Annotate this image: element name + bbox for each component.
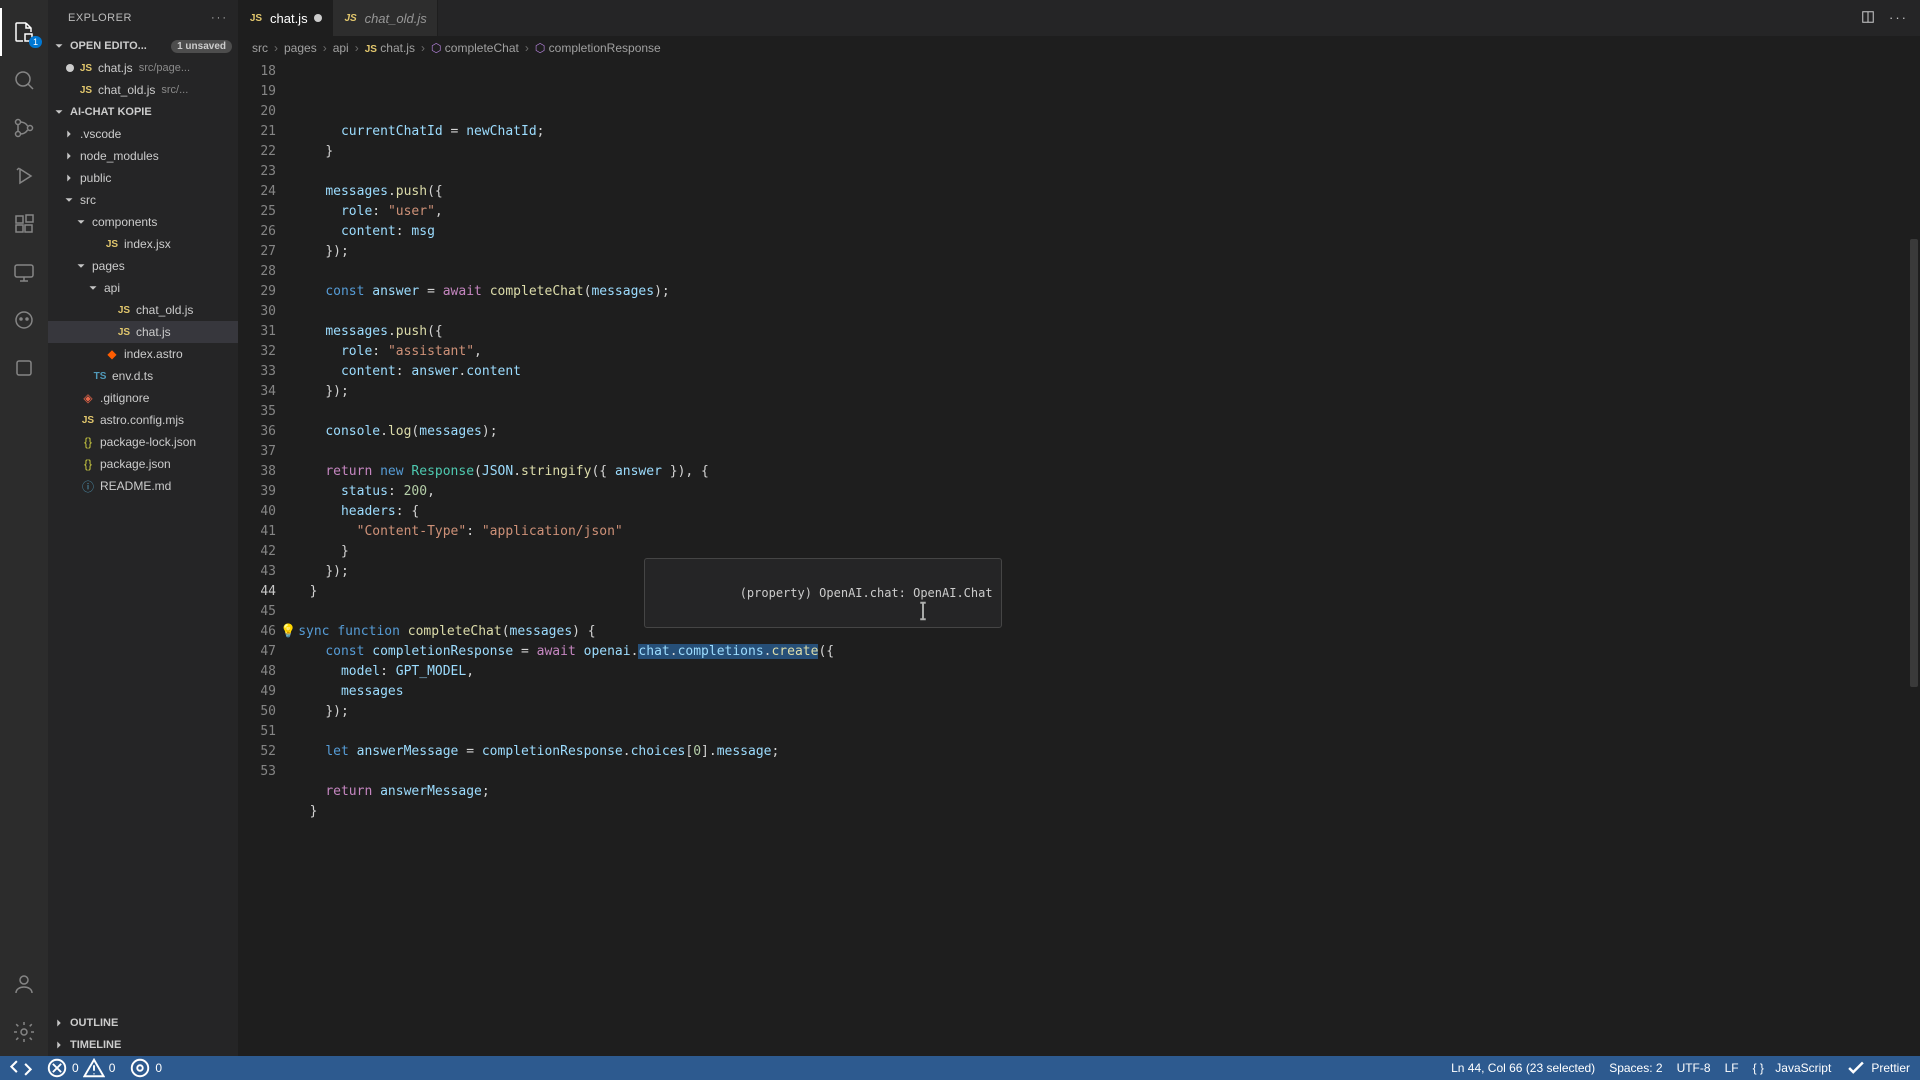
activity-explorer[interactable]: 1 bbox=[0, 8, 48, 56]
indentation[interactable]: Spaces: 2 bbox=[1609, 1061, 1662, 1075]
js-icon: JS bbox=[78, 85, 94, 96]
activity-account[interactable] bbox=[0, 960, 48, 1008]
file-item[interactable]: TSenv.d.ts bbox=[48, 365, 238, 387]
line-gutter: 1819202122232425262728293031323334353637… bbox=[238, 60, 294, 1056]
unsaved-dot-icon bbox=[314, 14, 322, 22]
open-editor-item[interactable]: JSchat.jssrc/page... bbox=[48, 57, 238, 79]
json-icon: {} bbox=[80, 435, 96, 449]
chevron-icon bbox=[62, 149, 76, 163]
file-item[interactable]: JSindex.jsx bbox=[48, 233, 238, 255]
chevron-icon bbox=[62, 127, 76, 141]
encoding[interactable]: UTF-8 bbox=[1677, 1061, 1711, 1075]
activity-search[interactable] bbox=[0, 56, 48, 104]
breadcrumb-segment[interactable]: src bbox=[252, 41, 268, 55]
folder-item[interactable]: node_modules bbox=[48, 145, 238, 167]
json-icon: {} bbox=[80, 457, 96, 471]
activity-remote[interactable] bbox=[0, 248, 48, 296]
remote-indicator[interactable] bbox=[10, 1057, 32, 1079]
js-icon: JS bbox=[343, 13, 359, 24]
status-bar: 0 0 0 Ln 44, Col 66 (23 selected) Spaces… bbox=[0, 1056, 1920, 1080]
code-editor[interactable]: currentChatId = newChatId; } messages.pu… bbox=[294, 60, 1906, 1056]
file-item[interactable]: JSchat.js bbox=[48, 321, 238, 343]
split-editor-icon[interactable] bbox=[1861, 10, 1875, 27]
folder-item[interactable]: src bbox=[48, 189, 238, 211]
sidebar-title: EXPLORER bbox=[68, 12, 132, 24]
minimap[interactable] bbox=[1906, 60, 1920, 1056]
chevron-icon bbox=[62, 193, 76, 207]
sidebar-header: EXPLORER ··· bbox=[48, 0, 238, 35]
editor-tab[interactable]: JSchat_old.js bbox=[333, 0, 438, 36]
file-item[interactable]: ◆index.astro bbox=[48, 343, 238, 365]
breadcrumb-segment[interactable]: JS chat.js bbox=[365, 41, 415, 55]
file-item[interactable]: JSastro.config.mjs bbox=[48, 409, 238, 431]
editor-tabs: JSchat.jsJSchat_old.js ··· bbox=[238, 0, 1920, 36]
section-outline[interactable]: OUTLINE bbox=[48, 1012, 238, 1034]
activity-extensions[interactable] bbox=[0, 200, 48, 248]
chevron-icon bbox=[74, 259, 88, 273]
activity-settings[interactable] bbox=[0, 1008, 48, 1056]
eol[interactable]: LF bbox=[1725, 1061, 1739, 1075]
folder-item[interactable]: public bbox=[48, 167, 238, 189]
chevron-icon bbox=[86, 281, 100, 295]
js-icon: JS bbox=[116, 305, 132, 316]
prettier-status[interactable]: Prettier bbox=[1845, 1057, 1910, 1079]
info-icon: ⓘ bbox=[80, 478, 96, 495]
js-icon: JS bbox=[80, 415, 96, 426]
activity-badge: 1 bbox=[29, 36, 42, 48]
folder-item[interactable]: .vscode bbox=[48, 123, 238, 145]
breadcrumb-segment[interactable]: pages bbox=[284, 41, 317, 55]
js-icon: JS bbox=[248, 13, 264, 24]
text-cursor-icon bbox=[818, 580, 832, 594]
chevron-icon bbox=[74, 215, 88, 229]
file-item[interactable]: {}package.json bbox=[48, 453, 238, 475]
unsaved-badge: 1 unsaved bbox=[171, 40, 232, 53]
file-item[interactable]: ⓘREADME.md bbox=[48, 475, 238, 497]
activity-custom[interactable] bbox=[0, 344, 48, 392]
js-icon: JS bbox=[104, 239, 120, 250]
js-icon: JS bbox=[78, 63, 94, 74]
unsaved-dot-icon bbox=[66, 64, 74, 72]
folder-item[interactable]: api bbox=[48, 277, 238, 299]
activity-debug[interactable] bbox=[0, 152, 48, 200]
activity-bar: 1 bbox=[0, 0, 48, 1056]
activity-scm[interactable] bbox=[0, 104, 48, 152]
folder-item[interactable]: components bbox=[48, 211, 238, 233]
problems-indicator[interactable]: 0 0 bbox=[46, 1057, 115, 1079]
explorer-sidebar: EXPLORER ··· OPEN EDITO... 1 unsaved JSc… bbox=[48, 0, 238, 1056]
breadcrumb-segment[interactable]: api bbox=[333, 41, 349, 55]
file-item[interactable]: {}package-lock.json bbox=[48, 431, 238, 453]
breadcrumb[interactable]: src›pages›api›JS chat.js›⬡ completeChat›… bbox=[238, 36, 1920, 60]
folder-item[interactable]: pages bbox=[48, 255, 238, 277]
editor-tab[interactable]: JSchat.js bbox=[238, 0, 333, 36]
chevron-icon bbox=[62, 171, 76, 185]
cursor-position[interactable]: Ln 44, Col 66 (23 selected) bbox=[1451, 1061, 1595, 1075]
section-project[interactable]: AI-CHAT KOPIE bbox=[48, 101, 238, 123]
more-actions-icon[interactable]: ··· bbox=[1889, 10, 1908, 27]
section-open-editors[interactable]: OPEN EDITO... 1 unsaved bbox=[48, 35, 238, 57]
ports-indicator[interactable]: 0 bbox=[129, 1057, 162, 1079]
file-item[interactable]: ◈.gitignore bbox=[48, 387, 238, 409]
git-icon: ◈ bbox=[80, 391, 96, 405]
more-icon[interactable]: ··· bbox=[211, 12, 228, 24]
js-icon: JS bbox=[116, 327, 132, 338]
astro-icon: ◆ bbox=[104, 347, 120, 361]
file-item[interactable]: JSchat_old.js bbox=[48, 299, 238, 321]
breadcrumb-segment[interactable]: ⬡ completeChat bbox=[431, 41, 519, 55]
open-editor-item[interactable]: JSchat_old.jssrc/... bbox=[48, 79, 238, 101]
section-timeline[interactable]: TIMELINE bbox=[48, 1034, 238, 1056]
language-mode[interactable]: { } JavaScript bbox=[1753, 1061, 1832, 1075]
activity-copilot[interactable] bbox=[0, 296, 48, 344]
ts-icon: TS bbox=[92, 371, 108, 382]
breadcrumb-segment[interactable]: ⬡ completionResponse bbox=[535, 41, 661, 55]
